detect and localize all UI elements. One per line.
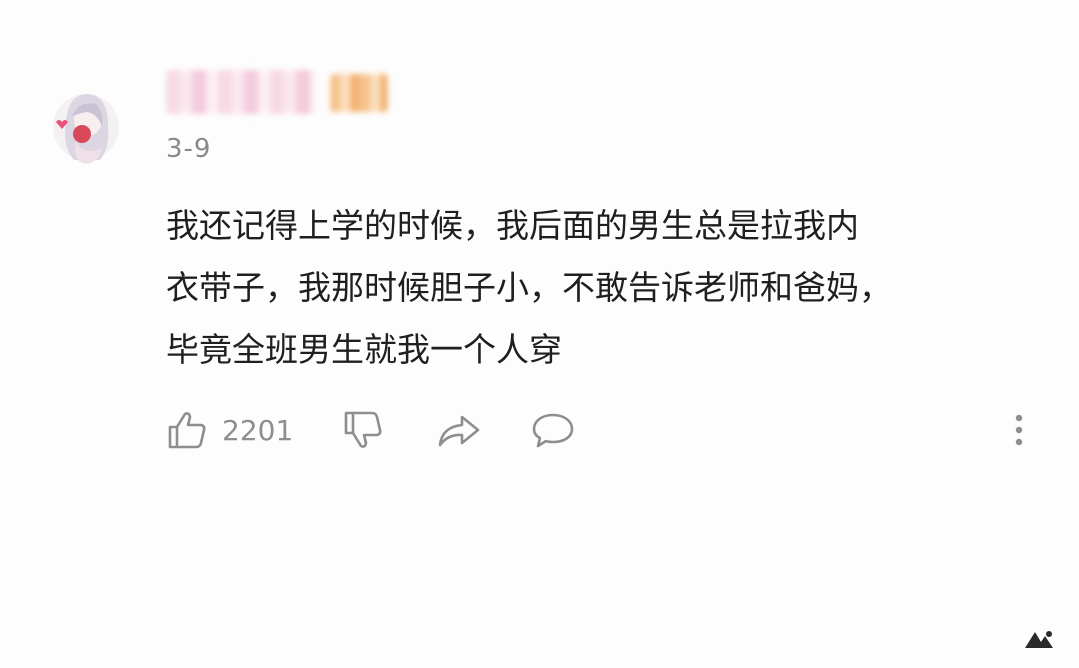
vertical-ellipsis-icon	[1015, 414, 1023, 446]
avatar-image	[53, 94, 119, 164]
like-count: 2201	[222, 413, 294, 447]
watermark-logo	[1019, 626, 1059, 654]
comment-line: 我还记得上学的时候，我后面的男生总是拉我内	[166, 206, 859, 245]
comment-date: 3-9	[166, 134, 212, 164]
share-button[interactable]	[436, 405, 482, 455]
comment-line: 衣带子，我那时候胆子小，不敢告诉老师和爸妈，	[166, 268, 892, 307]
avatar[interactable]	[52, 82, 120, 172]
thumbs-up-icon	[168, 412, 206, 449]
dislike-button[interactable]	[342, 405, 384, 455]
comment-text: 我还记得上学的时候，我后面的男生总是拉我内 衣带子，我那时候胆子小，不敢告诉老师…	[166, 195, 1046, 381]
comment-card: 3-9 我还记得上学的时候，我后面的男生总是拉我内 衣带子，我那时候胆子小，不敢…	[0, 0, 1079, 668]
reply-button[interactable]	[530, 405, 576, 455]
chat-bubble-icon	[532, 413, 574, 448]
user-badge-blurred	[330, 74, 388, 112]
comment-actions: 2201	[166, 405, 1046, 455]
more-options-button[interactable]	[1004, 405, 1034, 455]
comment-line: 毕竟全班男生就我一个人穿	[166, 330, 562, 369]
thumbs-down-icon	[344, 411, 382, 448]
like-button[interactable]: 2201	[166, 405, 293, 455]
username-blurred[interactable]	[166, 70, 316, 114]
share-arrow-icon	[438, 415, 480, 447]
